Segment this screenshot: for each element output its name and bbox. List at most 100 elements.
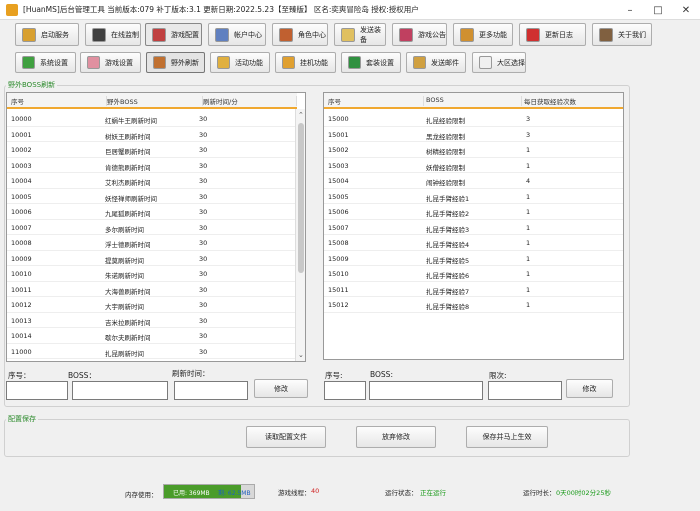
toolbar-button-account[interactable]: 帐户中心 [208, 23, 266, 46]
cell-id: 15005 [328, 192, 349, 201]
table-row[interactable]: 15009 扎昆手臂经验5 1 [324, 251, 623, 266]
event-icon [217, 56, 230, 69]
boss-input[interactable] [369, 381, 483, 400]
table-row[interactable]: 15010 扎昆手臂经验6 1 [324, 266, 623, 282]
about-icon [599, 27, 613, 42]
table-row[interactable]: 10000 红蜗牛王刷新时间 30 [7, 111, 297, 127]
maximize-button[interactable]: □ [644, 0, 672, 20]
toolbar-button-monitor[interactable]: 在线监制 [85, 23, 141, 46]
boss-refresh-table[interactable]: 序号 野外BOSS 刷新时间/分 10000 红蜗牛王刷新时间 30 10001 树妖王… [6, 92, 306, 362]
table-row[interactable]: 10005 妖怪禅师刷新时间 30 [7, 189, 297, 204]
table-row[interactable]: 10008 浮士德刷新时间 30 [7, 235, 297, 251]
account-icon [215, 27, 229, 42]
table-header: 序号 BOSS 每日获取经验次数 [324, 93, 623, 109]
scroll-up-icon[interactable]: ⌃ [298, 111, 304, 119]
afk-icon [282, 56, 295, 69]
cell-time: 30 [199, 285, 208, 294]
boss-exp-table[interactable]: 序号 BOSS 每日获取经验次数 15000 扎昆经验限制 3 15001 黑龙经验限制… [323, 92, 624, 360]
toolbar-button-more[interactable]: 更多功能 [453, 23, 513, 46]
table-row[interactable]: 11000 扎昆刷新时间 30 [7, 344, 297, 359]
table-row[interactable]: 15002 树精经验限制 1 [324, 142, 623, 158]
table-row[interactable]: 10003 肯德熊刷新时间 30 [7, 158, 297, 173]
toolbar-button-launch[interactable]: 启动服务 [15, 23, 79, 46]
cell-id: 15012 [328, 301, 349, 309]
edit-refresh-button[interactable]: 修改 [254, 379, 308, 398]
cell-boss: 大海兽刷新时间 [105, 287, 151, 296]
toolbar-button-log[interactable]: 更新日志 [519, 23, 586, 46]
cell-boss: 肯德熊刷新时间 [105, 163, 151, 172]
toolbar-button-send-equip[interactable]: 发送装备 [334, 23, 386, 46]
table-row[interactable]: 10002 巨居蟹刷新时间 30 [7, 142, 297, 158]
table-row[interactable]: 10012 大宇刷新时间 30 [7, 297, 297, 313]
save-apply-button[interactable]: 保存并马上生效 [466, 426, 548, 448]
toolbar-button-label: 帐户中心 [234, 30, 262, 39]
scroll-down-icon[interactable]: ⌄ [298, 351, 304, 359]
id-input[interactable] [324, 381, 366, 400]
table-row[interactable]: 10001 树妖王刷新时间 30 [7, 127, 297, 142]
cell-boss: 提莫刷新时间 [105, 256, 144, 265]
refresh-time-input[interactable] [174, 381, 248, 400]
table-row[interactable]: 15007 扎昆手臂经验3 1 [324, 220, 623, 235]
cell-count: 1 [526, 223, 531, 232]
header-boss: BOSS [426, 96, 522, 106]
header-time: 刷新时间/分 [203, 96, 297, 106]
tab-mail[interactable]: 发送邮件 [406, 52, 466, 73]
game-config-icon [152, 27, 166, 42]
discard-changes-button[interactable]: 放弃修改 [356, 426, 436, 448]
tab-pig[interactable]: 游戏设置 [80, 52, 141, 73]
announce-icon [399, 27, 413, 42]
tab-set[interactable]: 套装设置 [341, 52, 401, 73]
tab-afk[interactable]: 挂机功能 [275, 52, 336, 73]
tab-event[interactable]: 活动功能 [210, 52, 270, 73]
read-config-button[interactable]: 读取配置文件 [246, 426, 326, 448]
table-row[interactable]: 15012 扎昆手臂经验8 1 [324, 297, 623, 313]
cell-id: 10009 [11, 254, 32, 263]
table-row[interactable]: 15008 扎昆手臂经验4 1 [324, 235, 623, 251]
table-row[interactable]: 15011 扎昆手臂经验7 1 [324, 282, 623, 297]
toolbar-button-role[interactable]: 角色中心 [272, 23, 328, 46]
table-row[interactable]: 10007 多尔刷新时间 30 [7, 220, 297, 235]
table-row[interactable]: 15003 妖僧经验限制 1 [324, 158, 623, 173]
id-input[interactable] [6, 381, 68, 400]
table-row[interactable]: 15004 闹钟经验限制 4 [324, 173, 623, 189]
cell-boss: 浮士德刷新时间 [105, 241, 151, 249]
close-button[interactable]: ✕ [672, 0, 700, 20]
table-row[interactable]: 15001 黑龙经验限制 3 [324, 127, 623, 142]
scroll-thumb[interactable] [298, 123, 304, 273]
minimize-button[interactable]: – [616, 0, 644, 20]
cell-boss: 九尾狐刷新时间 [105, 210, 151, 218]
region-icon [479, 56, 492, 69]
cell-id: 15002 [328, 146, 349, 154]
memory-used: 已用: 369MB [173, 490, 210, 497]
table-row[interactable]: 10014 歇尔夫刷新时间 30 [7, 328, 297, 344]
uptime-label: 运行时长： [523, 489, 556, 497]
cell-count: 1 [526, 270, 531, 278]
tab-monster[interactable]: 野外刷新 [146, 52, 205, 73]
table-row[interactable]: 10004 艾利杰刷新时间 30 [7, 173, 297, 189]
toolbar-button-game-config[interactable]: 游戏配置 [145, 23, 202, 46]
table-row[interactable]: 15000 扎昆经验限制 3 [324, 111, 623, 127]
toolbar-button-label: 在线监制 [111, 30, 139, 39]
table-row[interactable]: 10009 提莫刷新时间 30 [7, 251, 297, 266]
cell-id: 10011 [11, 285, 32, 294]
table-row[interactable]: 10011 大海兽刷新时间 30 [7, 282, 297, 297]
tab-region[interactable]: 大区选择 [472, 52, 526, 73]
limit-input[interactable] [488, 381, 562, 400]
cell-count: 1 [526, 239, 531, 247]
vertical-scrollbar[interactable]: ⌃ ⌄ [295, 109, 305, 361]
edit-limit-button[interactable]: 修改 [566, 379, 613, 398]
tab-label: 游戏设置 [105, 58, 133, 67]
cell-boss: 扎昆手臂经验6 [426, 272, 470, 280]
toolbar-button-about[interactable]: 关于我们 [592, 23, 652, 46]
cell-time: 30 [199, 301, 208, 309]
cell-count: 1 [526, 146, 531, 154]
table-row[interactable]: 15005 扎昆手臂经验1 1 [324, 189, 623, 204]
table-row[interactable]: 10013 吉米拉刷新时间 30 [7, 313, 297, 328]
title-bar: [HuanMS]后台管理工具 当前版本:079 补丁版本:3.1 更新日期:20… [0, 0, 700, 20]
tab-settings[interactable]: 系统设置 [15, 52, 76, 73]
toolbar-button-announce[interactable]: 游戏公告 [392, 23, 447, 46]
table-row[interactable]: 10010 朱诺刷新时间 30 [7, 266, 297, 282]
boss-input[interactable] [72, 381, 168, 400]
table-row[interactable]: 10006 九尾狐刷新时间 30 [7, 204, 297, 220]
table-row[interactable]: 15006 扎昆手臂经验2 1 [324, 204, 623, 220]
